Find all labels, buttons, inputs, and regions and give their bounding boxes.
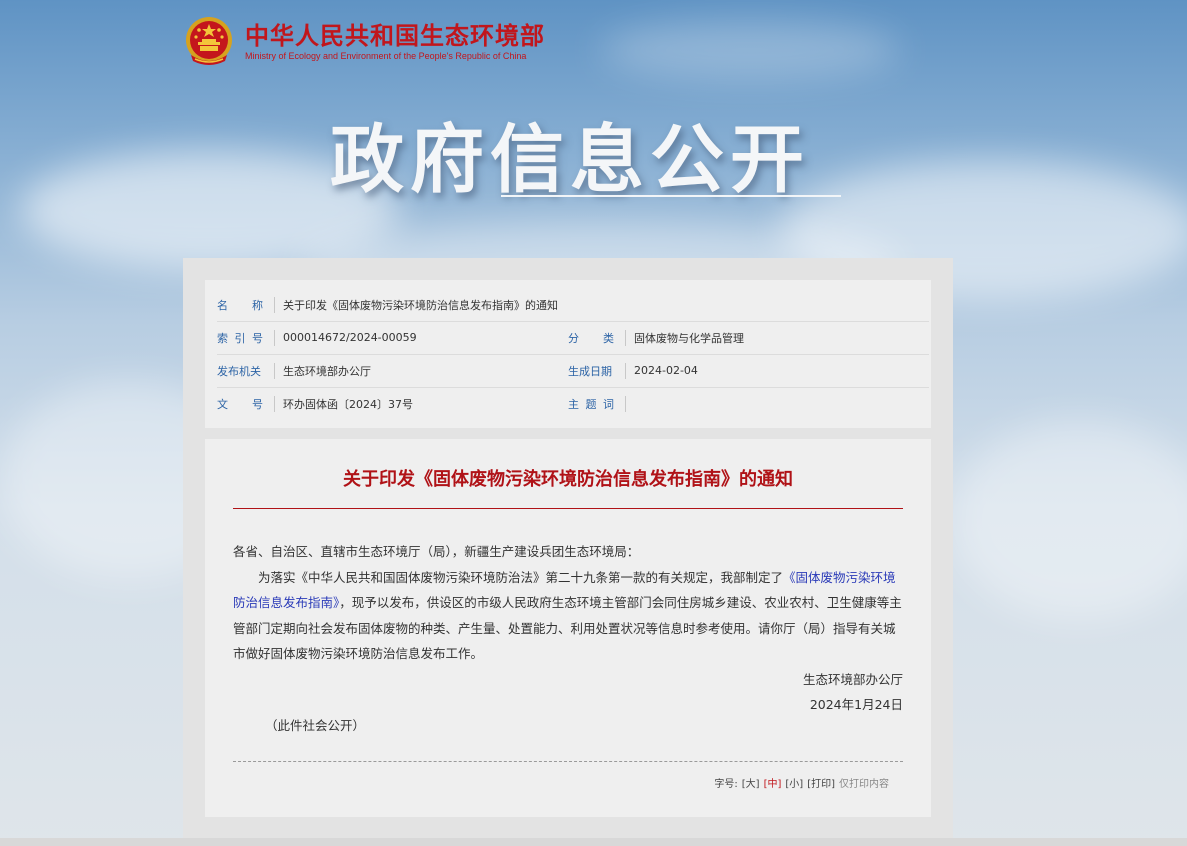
cloud xyxy=(950,420,1187,620)
separator xyxy=(274,363,275,379)
separator xyxy=(625,396,626,412)
font-small-button[interactable]: [小] xyxy=(785,775,803,790)
site-logo[interactable]: 中华人民共和国生态环境部 Ministry of Ecology and Env… xyxy=(183,15,545,69)
label-char: 称 xyxy=(252,298,263,312)
meta-label-keywords: 主 题 词 xyxy=(568,387,614,420)
meta-label-docno: 文 号 xyxy=(217,387,263,420)
font-medium-button[interactable]: [中] xyxy=(764,775,782,790)
site-name-cn: 中华人民共和国生态环境部 xyxy=(245,22,545,50)
meta-row-docno: 文 号 环办固体函〔2024〕37号 主 题 词 xyxy=(217,387,929,420)
issue-date: 2024年1月24日 xyxy=(809,697,903,712)
label-char: 号 xyxy=(252,397,263,411)
document-title: 关于印发《固体废物污染环境防治信息发布指南》的通知 xyxy=(343,469,793,490)
separator xyxy=(274,330,275,346)
meta-label-index: 索 引 号 xyxy=(217,321,263,354)
label-char: 索 xyxy=(217,331,228,345)
title-divider xyxy=(233,508,903,509)
meta-label-issuer: 发布机关 xyxy=(217,364,261,378)
meta-value-name: 关于印发《固体废物污染环境防治信息发布指南》的通知 xyxy=(283,298,558,312)
separator xyxy=(274,297,275,313)
meta-value-index: 000014672/2024-00059 xyxy=(283,331,417,344)
meta-value-category: 固体废物与化学品管理 xyxy=(634,331,744,345)
label-char: 文 xyxy=(217,397,228,411)
separator xyxy=(274,396,275,412)
meta-label-name: 名 称 xyxy=(217,288,263,321)
main-paragraph: 为落实《中华人民共和国固体废物污染环境防治法》第二十九条第一款的有关规定，我部制… xyxy=(233,565,903,667)
meta-row-issuer: 发布机关 生态环境部办公厅 生成日期 2024-02-04 xyxy=(217,354,929,388)
meta-value-issuer: 生态环境部办公厅 xyxy=(283,364,371,378)
label-char: 词 xyxy=(603,397,614,411)
meta-value-date: 2024-02-04 xyxy=(634,364,698,377)
metadata-table: 名 称 关于印发《固体废物污染环境防治信息发布指南》的通知 索 引 号 0000… xyxy=(205,280,931,428)
signature: 生态环境部办公厅 xyxy=(802,671,903,687)
meta-value-docno: 环办固体函〔2024〕37号 xyxy=(283,397,413,411)
meta-label-date: 生成日期 xyxy=(568,364,612,378)
label-char: 类 xyxy=(603,331,614,345)
font-large-button[interactable]: [大] xyxy=(742,775,760,790)
separator xyxy=(625,363,626,379)
meta-label-category: 分 类 xyxy=(568,321,614,354)
banner-underline xyxy=(501,195,841,197)
meta-row-name: 名 称 关于印发《固体废物污染环境防治信息发布指南》的通知 xyxy=(217,288,929,322)
site-name-en: Ministry of Ecology and Environment of t… xyxy=(245,51,527,61)
label-char: 分 xyxy=(568,331,579,345)
label-char: 名 xyxy=(217,298,228,312)
print-content-button[interactable]: 仅打印内容 xyxy=(839,775,889,790)
label-char: 号 xyxy=(252,331,263,345)
label-char: 题 xyxy=(585,397,597,411)
cloud xyxy=(600,20,900,80)
label-char: 引 xyxy=(234,331,246,345)
banner-title: 政府信息公开 xyxy=(330,117,810,203)
font-size-label: 字号: xyxy=(714,779,738,790)
page-tools: 字号: [大] [中] [小] [打印] 仅打印内容 xyxy=(714,775,889,790)
document-text: 各省、自治区、直辖市生态环境厅（局），新疆生产建设兵团生态环境局： 为落实《中华… xyxy=(233,539,903,718)
bottom-strip xyxy=(0,838,1187,846)
salutation: 各省、自治区、直辖市生态环境厅（局），新疆生产建设兵团生态环境局： xyxy=(233,544,640,559)
label-char: 主 xyxy=(568,397,579,411)
public-note: （此件社会公开） xyxy=(265,718,366,733)
print-button[interactable]: [打印] xyxy=(807,775,835,790)
meta-row-index: 索 引 号 000014672/2024-00059 分 类 固体废物与化学品管… xyxy=(217,321,929,355)
national-emblem-icon xyxy=(186,17,232,65)
separator xyxy=(625,330,626,346)
dashed-divider xyxy=(233,761,903,762)
document-body: 关于印发《固体废物污染环境防治信息发布指南》的通知 各省、自治区、直辖市生态环境… xyxy=(205,439,931,817)
paragraph-text-1: 为落实《中华人民共和国固体废物污染环境防治法》第二十九条第一款的有关规定，我部制… xyxy=(258,569,784,585)
